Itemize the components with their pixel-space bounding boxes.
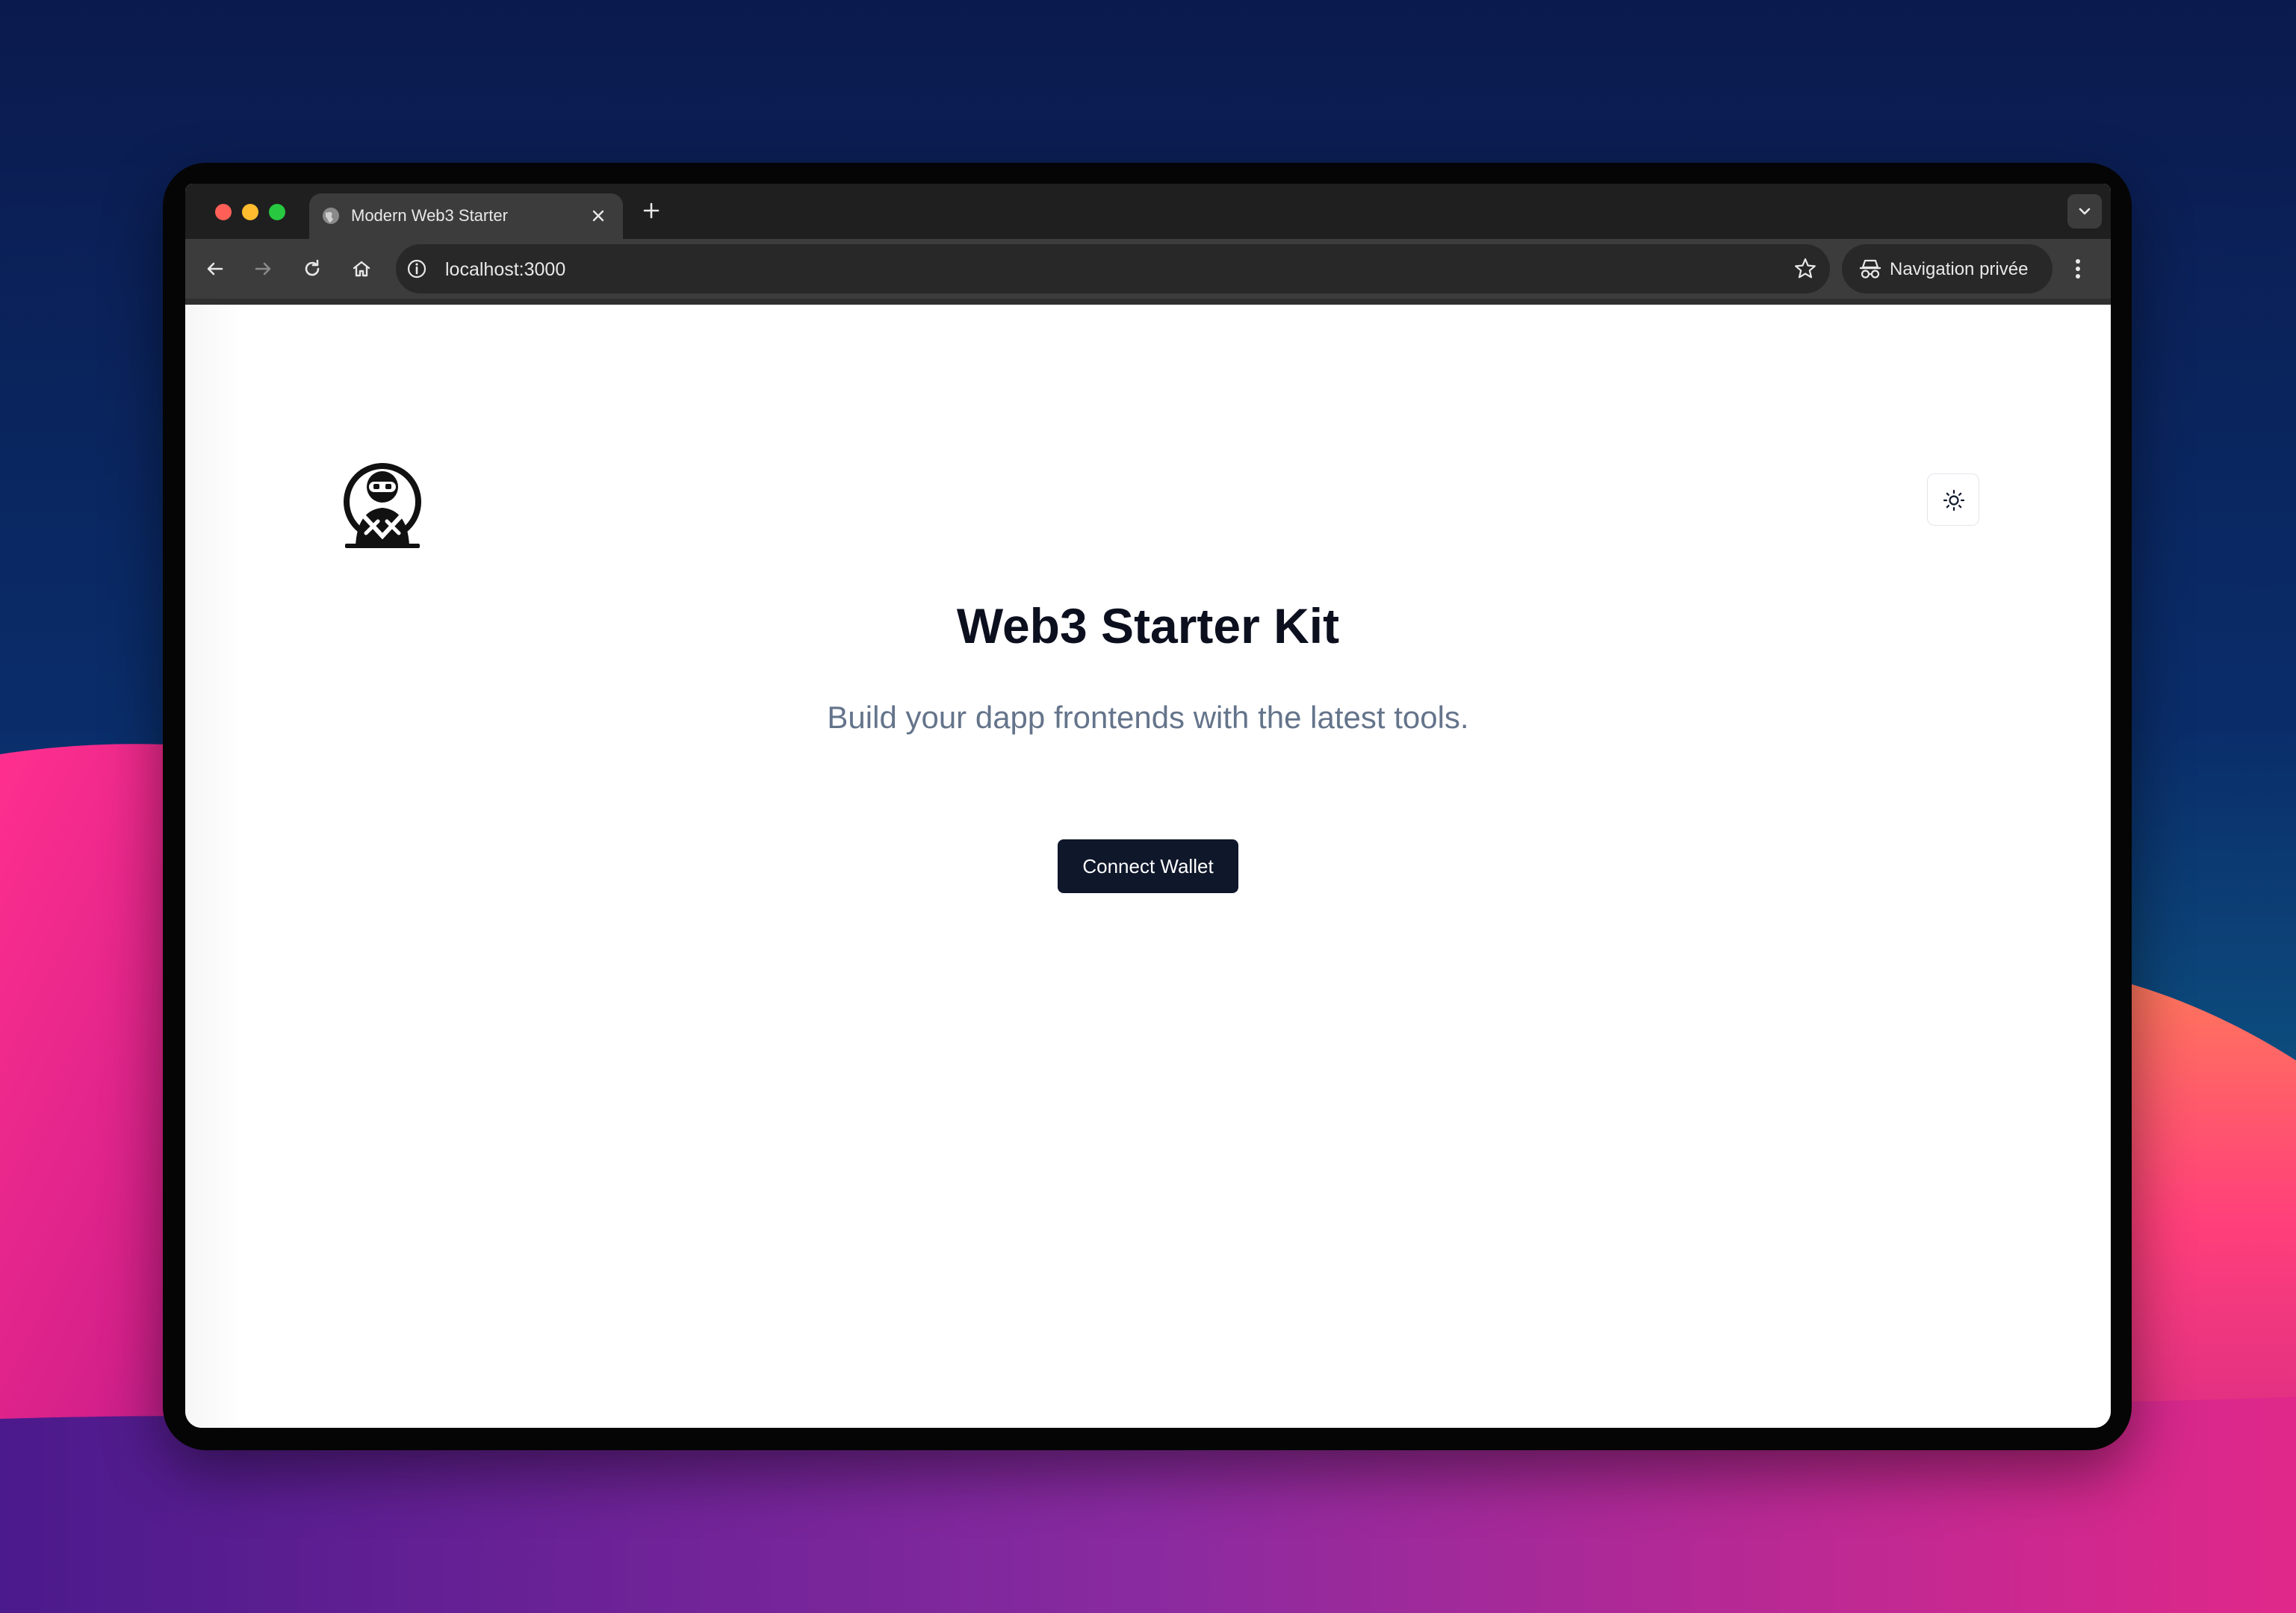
plus-icon[interactable] bbox=[641, 200, 662, 221]
globe-icon bbox=[323, 208, 339, 224]
viewport-edge-shadow bbox=[185, 305, 245, 1428]
star-icon[interactable] bbox=[1793, 256, 1818, 282]
tab-strip: Modern Web3 Starter bbox=[185, 184, 2111, 239]
forward-arrow-icon bbox=[255, 262, 271, 276]
reload-icon bbox=[305, 259, 320, 276]
sun-icon bbox=[1943, 489, 1965, 512]
theme-toggle-button[interactable] bbox=[1927, 473, 1979, 526]
tab-title: Modern Web3 Starter bbox=[351, 206, 508, 225]
close-window-button[interactable] bbox=[215, 204, 232, 220]
tab-search-button[interactable] bbox=[2067, 194, 2102, 229]
incognito-label: Navigation privée bbox=[1890, 259, 2029, 279]
back-button[interactable] bbox=[200, 254, 230, 284]
ninja-logo[interactable] bbox=[341, 461, 424, 548]
minimize-window-button[interactable] bbox=[242, 204, 258, 220]
info-icon[interactable] bbox=[405, 257, 429, 281]
chevron-down-icon bbox=[2079, 208, 2091, 215]
forward-button[interactable] bbox=[248, 254, 278, 284]
more-menu-icon[interactable] bbox=[2063, 254, 2093, 284]
page-title: Web3 Starter Kit bbox=[956, 598, 1340, 653]
page-viewport: Web3 Starter Kit Build your dapp fronten… bbox=[185, 305, 2111, 1428]
incognito-profile-button[interactable]: Navigation privée bbox=[1842, 244, 2053, 293]
maximize-window-button[interactable] bbox=[269, 204, 285, 220]
back-arrow-icon bbox=[207, 262, 223, 276]
incognito-icon bbox=[1859, 259, 1881, 279]
close-icon[interactable] bbox=[589, 206, 608, 226]
browser-window: Modern Web3 Starter localhost:3000 Navig… bbox=[185, 184, 2111, 1428]
reload-button[interactable] bbox=[297, 254, 327, 284]
tab-active[interactable]: Modern Web3 Starter bbox=[309, 193, 623, 239]
home-button[interactable] bbox=[347, 254, 376, 284]
page-subtitle: Build your dapp frontends with the lates… bbox=[827, 700, 1469, 735]
url-text[interactable]: localhost:3000 bbox=[445, 258, 565, 281]
connect-wallet-button[interactable]: Connect Wallet bbox=[1058, 839, 1238, 893]
browser-toolbar: localhost:3000 Navigation privée bbox=[185, 239, 2111, 299]
address-bar[interactable]: localhost:3000 bbox=[396, 244, 1830, 293]
toolbar-divider bbox=[185, 299, 2111, 305]
home-icon bbox=[353, 261, 370, 277]
